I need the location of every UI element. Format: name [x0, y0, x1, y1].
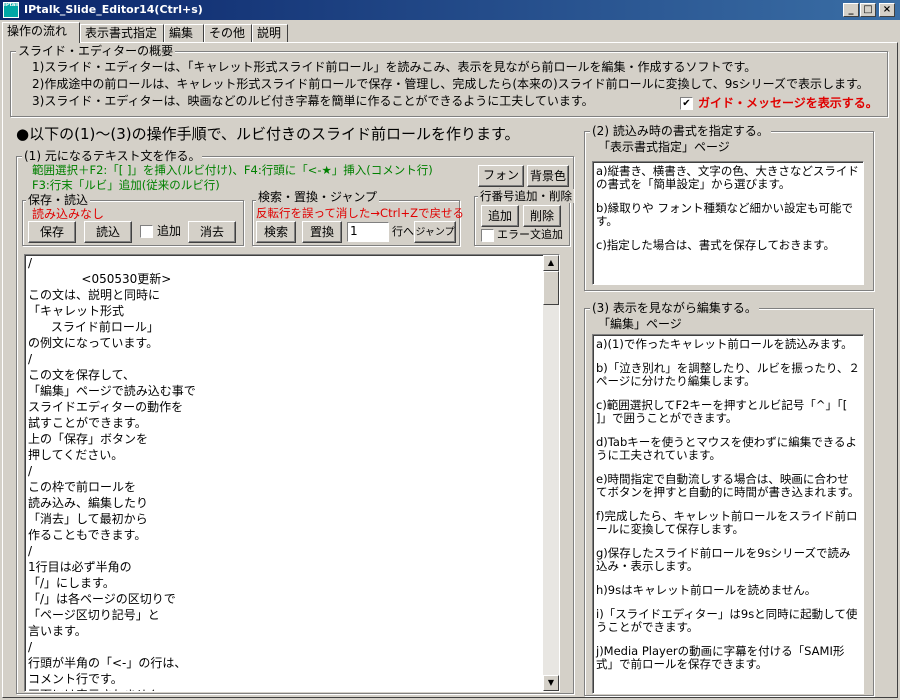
window-title: IPtalk_Slide_Editor14(Ctrl+s) — [24, 3, 203, 16]
scroll-down-button[interactable]: ▼ — [543, 675, 559, 691]
step1-hint-1: 範囲選択＋F2:「[ ]」を挿入(ルビ付け)、F4:行頭に「<-★」挿入(コメン… — [32, 163, 433, 177]
editor-line: 言います。 — [28, 624, 87, 638]
delete-lineno-button[interactable]: 削除 — [523, 205, 561, 227]
step3-page-label: 「編集」ページ — [598, 317, 682, 331]
page-heading: ●以下の(1)～(3)の操作手順で、ルビ付きのスライド前ロールを作ります。 — [16, 125, 520, 143]
editor-line: 「/」にします。 — [28, 576, 115, 590]
editor-line: の例文になっています。 — [28, 336, 159, 350]
editor-line: 押してください。 — [28, 448, 124, 462]
editor-line: 1行目は必ず半角の — [28, 560, 132, 574]
saveload-label: 保存・読込 — [26, 193, 91, 207]
step3-item: i)「スライドエディター」は9sと同時に起動して使うことができます。 — [596, 607, 858, 634]
save-button[interactable]: 保存 — [28, 221, 76, 243]
step3-item: h)9sはキャレット前ロールを読めません。 — [596, 583, 817, 597]
bgcolor-button[interactable]: 背景色 — [527, 165, 569, 187]
editor-line: <050530更新> — [28, 272, 172, 286]
step3-item: a)(1)で作ったキャレット前ロールを読込みます。 — [596, 337, 853, 351]
editor-line: この枠で前ロールを — [28, 480, 137, 494]
step2-description: a)縦書き、横書き、文字の色、大きさなどスライドの書式を「簡単設定」から選びます… — [592, 161, 864, 285]
editor-line: 画面には表示されません。 — [25, 687, 559, 691]
maximize-button[interactable]: □ — [860, 3, 876, 17]
step3-label: (3) 表示を見ながら編集する。 — [590, 301, 759, 315]
editor-line: 「ページ区切り記号」と — [28, 608, 160, 622]
editor-line: / — [28, 544, 33, 558]
step3-description: a)(1)で作ったキャレット前ロールを読込みます。 b)「泣き別れ」を調整したり、… — [592, 334, 864, 694]
overview-line-1: 1)スライド・エディターは、「キャレット形式スライド前ロール」を読みこみ、表示を… — [32, 60, 757, 74]
line-number-input[interactable]: 1 — [347, 222, 389, 242]
editor-line: / — [28, 640, 33, 654]
app-icon: IPtalk — [3, 2, 19, 18]
step2-item: c)指定した場合は、書式を保存しておきます。 — [596, 238, 835, 252]
editor-line: 「キャレット形式 — [28, 304, 125, 318]
step3-item: e)時間指定で自動流しする場合は、映画に合わせてボタンを押すと自動的に時間が書き… — [596, 472, 860, 499]
append-checkbox[interactable] — [140, 225, 153, 238]
undo-warning: 反転行を誤って消した→Ctrl+Zで戻せる — [256, 206, 465, 220]
tab-display-format[interactable]: 表示書式指定 — [80, 24, 164, 42]
tab-flow[interactable]: 操作の流れ — [2, 22, 80, 43]
step2-item: a)縦書き、横書き、文字の色、大きさなどスライドの書式を「簡単設定」から選びます… — [596, 164, 859, 191]
minimize-button[interactable]: _ — [843, 3, 859, 17]
close-button[interactable]: × — [879, 3, 895, 17]
search-label: 検索・置換・ジャンプ — [256, 190, 380, 204]
add-lineno-button[interactable]: 追加 — [481, 205, 519, 227]
editor-line: 行頭が半角の「<-」の行は、 — [28, 656, 187, 670]
step2-item: b)縁取りや フォント種類など細かい設定も可能です。 — [596, 201, 853, 228]
overview-line-3: 3)スライド・エディターは、映画などのルビ付き字幕を簡単に作ることができるように… — [32, 94, 594, 108]
editor-line: / — [28, 464, 33, 478]
editor-line: / — [28, 352, 33, 366]
editor-line: / — [28, 256, 33, 270]
editor-line: 作ることもできます。 — [28, 528, 147, 542]
replace-button[interactable]: 置換 — [302, 221, 342, 243]
guide-checkbox-label[interactable]: ガイド・メッセージを表示する。 — [698, 96, 878, 110]
editor-scrollbar[interactable]: ▲ ▼ — [543, 255, 559, 691]
font-button[interactable]: フォント — [478, 165, 524, 201]
step3-item: j)Media Playerの動画に字幕を付ける「SAMI形式」で前ロールを保存… — [596, 644, 845, 671]
editor-lines: / <050530更新> この文は、説明と同時に 「キャレット形式 スライド前ロール… — [25, 255, 559, 691]
step2-label: (2) 読込み時の書式を指定する。 — [590, 124, 771, 138]
step2-page-label: 「表示書式指定」ページ — [598, 140, 730, 154]
editor-line: 「/」は各ページの区切りで — [28, 592, 176, 606]
step3-item: g)保存したスライド前ロールを9sシリーズで読み込み・表示します。 — [596, 546, 851, 573]
editor-line: スライド前ロール」 — [28, 320, 159, 334]
editor-line: 「消去」して最初から — [28, 512, 148, 526]
load-button[interactable]: 読込 — [84, 221, 132, 243]
clear-button[interactable]: 消去 — [188, 221, 236, 243]
step1-hint-2: F3:行末「ルビ」追加(従来のルビ行) — [32, 178, 220, 192]
error-text-checkbox[interactable] — [481, 229, 494, 242]
editor-line: 試すことができます。 — [28, 416, 147, 430]
append-label[interactable]: 追加 — [157, 224, 181, 238]
editor-line: 上の「保存」ボタンを — [28, 432, 149, 446]
step3-item: f)完成したら、キャレット前ロールをスライド前ロールに変換して保存します。 — [596, 509, 858, 536]
overview-label: スライド・エディターの概要 — [16, 44, 176, 58]
editor-line: 「編集」ページで読み込む事で — [28, 384, 196, 398]
load-status: 読み込みなし — [32, 207, 105, 221]
tab-edit[interactable]: 編集 — [164, 24, 204, 42]
scroll-up-button[interactable]: ▲ — [543, 255, 559, 271]
editor-line: スライドエディターの動作を — [28, 400, 184, 414]
step3-item: d)Tabキーを使うとマウスを使わずに編集できるように工夫されています。 — [596, 435, 858, 462]
step3-item: b)「泣き別れ」を調整したり、ルビを振ったり、２ページに分けたり編集します。 — [596, 361, 860, 388]
title-bar: IPtalk IPtalk_Slide_Editor14(Ctrl+s) _ □… — [0, 0, 900, 20]
line-suffix-label: 行へ — [392, 225, 414, 238]
editor-line: この文を保存して、 — [28, 368, 136, 382]
error-text-label[interactable]: エラー文追加 — [497, 228, 563, 242]
lineno-label: 行番号追加・削除 — [478, 189, 574, 203]
step3-item: c)範囲選択してF2キーを押すとルビ記号「^」「[ ]」で囲うことができます。 — [596, 398, 848, 425]
overview-line-2: 2)作成途中の前ロールは、キャレット形式スライド前ロールで保存・管理し、完成した… — [32, 77, 869, 91]
jump-button[interactable]: ジャンプ — [414, 221, 456, 243]
editor-line: この文は、説明と同時に — [28, 288, 161, 302]
step1-label: (1) 元になるテキスト文を作る。 — [22, 149, 203, 163]
text-editor[interactable]: / <050530更新> この文は、説明と同時に 「キャレット形式 スライド前ロール… — [24, 254, 560, 692]
guide-checkbox[interactable]: ✔ — [680, 97, 693, 110]
tab-help[interactable]: 説明 — [252, 24, 288, 42]
editor-line: 読み込み、編集したり — [28, 496, 149, 510]
search-button[interactable]: 検索 — [256, 221, 296, 243]
tab-other[interactable]: その他 — [204, 24, 252, 42]
scroll-thumb[interactable] — [543, 271, 559, 305]
editor-line: コメント行です。 — [28, 672, 123, 686]
